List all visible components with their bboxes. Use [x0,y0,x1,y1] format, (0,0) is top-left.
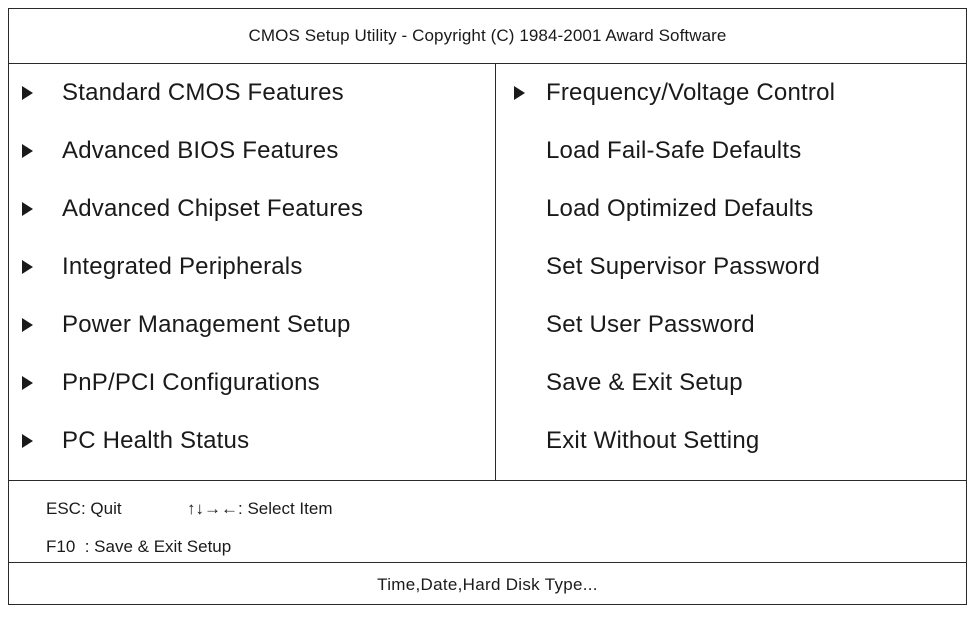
menu-column-right: Frequency/Voltage Control Load Fail-Safe… [496,64,968,480]
menu-item-label: Frequency/Voltage Control [546,79,836,106]
menu-item-label: Set User Password [546,311,755,338]
menu-item-label: Integrated Peripherals [62,253,303,280]
menu-item-label: Power Management Setup [62,311,351,338]
help-select-item: ↑↓→←: Select Item [187,499,333,518]
triangle-right-icon [22,434,33,448]
triangle-right-icon [514,86,525,100]
triangle-right-icon [22,376,33,390]
menu-item-label: Standard CMOS Features [62,79,344,106]
menu-item-label: PC Health Status [62,427,250,454]
title-bar: CMOS Setup Utility - Copyright (C) 1984-… [9,9,966,64]
status-bar: Time,Date,Hard Disk Type... [9,563,966,606]
help-f10-save-exit: F10 : Save & Exit Setup [46,537,232,556]
help-esc-quit: ESC: Quit [46,499,122,518]
key-help-area: ESC: Quit ↑↓→←: Select Item F10 : Save &… [9,481,966,563]
triangle-right-icon [22,260,33,274]
menu-column-left: Standard CMOS Features Advanced BIOS Fea… [9,64,496,480]
menu-item-label: PnP/PCI Configurations [62,369,320,396]
menu-item-label: Load Fail-Safe Defaults [546,137,802,164]
triangle-right-icon [22,144,33,158]
menu-item-label: Load Optimized Defaults [546,195,814,222]
page-title: CMOS Setup Utility - Copyright (C) 1984-… [248,26,727,45]
status-text: Time,Date,Hard Disk Type... [377,574,598,594]
menu-item-label: Exit Without Setting [546,427,760,454]
menu-item-label: Advanced Chipset Features [62,195,364,222]
bios-setup-frame: CMOS Setup Utility - Copyright (C) 1984-… [8,8,967,605]
menu-item-label: Advanced BIOS Features [62,137,339,164]
main-menu: Standard CMOS Features Advanced BIOS Fea… [9,64,966,481]
menu-item-label: Set Supervisor Password [546,253,821,280]
menu-item-label: Save & Exit Setup [546,369,743,396]
triangle-right-icon [22,86,33,100]
triangle-right-icon [22,202,33,216]
triangle-right-icon [22,318,33,332]
